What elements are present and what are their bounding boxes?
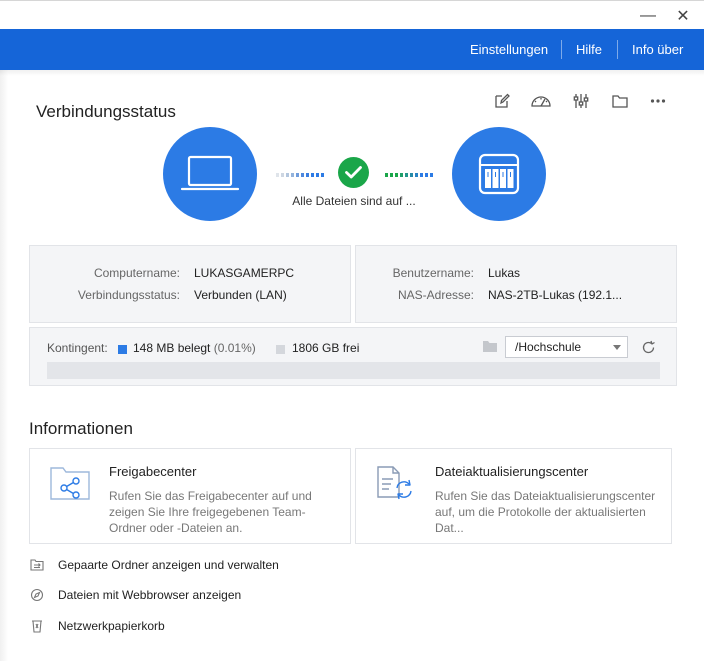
compass-icon xyxy=(29,587,45,603)
quota-progress-bar xyxy=(47,362,660,379)
share-center-description: Rufen Sie das Freigabecenter auf und zei… xyxy=(109,489,312,535)
chevron-down-icon xyxy=(613,345,621,350)
computer-name-value: LUKASGAMERPC xyxy=(194,266,295,280)
folder-select-value: /Hochschule xyxy=(515,340,582,354)
folder-select[interactable]: /Hochschule xyxy=(505,336,628,358)
file-update-center-title: Dateiaktualisierungscenter xyxy=(435,464,589,479)
refresh-icon[interactable] xyxy=(641,340,656,360)
used-legend-swatch xyxy=(118,345,127,354)
free-legend-swatch xyxy=(276,345,285,354)
minimize-button[interactable]: — xyxy=(633,1,663,30)
nas-circle xyxy=(452,127,546,221)
web-browser-text: Dateien mit Webbrowser anzeigen xyxy=(58,588,242,602)
connection-dots-left xyxy=(276,173,326,177)
username-value: Lukas xyxy=(488,266,521,280)
title-bar: — ✕ xyxy=(0,0,704,29)
computer-name-label: Computername: xyxy=(93,266,180,280)
share-center-card[interactable]: Freigabecenter Rufen Sie das Freigabecen… xyxy=(29,448,351,544)
nas-address-value: NAS-2TB-Lukas (192.1... xyxy=(488,288,623,302)
paired-folders-link[interactable]: Gepaarte Ordner anzeigen und verwalten xyxy=(29,555,429,575)
information-heading: Informationen xyxy=(29,419,133,438)
file-sync-icon xyxy=(374,464,420,509)
file-update-center-card[interactable]: Dateiaktualisierungscenter Rufen Sie das… xyxy=(355,448,672,544)
nas-icon xyxy=(478,153,520,195)
more-icon[interactable] xyxy=(648,91,668,111)
file-update-center-description: Rufen Sie das Dateiaktualisierungscenter… xyxy=(435,489,656,535)
menu-help[interactable]: Hilfe xyxy=(576,29,602,70)
trash-icon xyxy=(29,618,45,634)
folder-icon xyxy=(482,340,498,358)
menu-separator xyxy=(617,40,618,59)
edit-icon[interactable] xyxy=(492,91,512,111)
speedometer-icon[interactable] xyxy=(530,91,552,111)
menu-shadow xyxy=(0,70,704,76)
sliders-icon[interactable] xyxy=(571,91,591,111)
connection-status-value: Verbunden (LAN) xyxy=(194,288,287,302)
menu-settings[interactable]: Einstellungen xyxy=(470,29,548,70)
connection-status-label: Verbindungsstatus: xyxy=(77,288,180,302)
left-edge xyxy=(0,70,8,661)
paired-folders-text: Gepaarte Ordner anzeigen und verwalten xyxy=(58,558,279,572)
quota-used-text: 148 MB belegt xyxy=(133,341,211,355)
close-button[interactable]: ✕ xyxy=(668,1,698,30)
menu-separator xyxy=(561,40,562,59)
connection-status-heading: Verbindungsstatus xyxy=(36,102,176,121)
quota-free: 1806 GB frei xyxy=(292,341,360,355)
check-icon xyxy=(338,157,369,188)
computer-info-panel xyxy=(29,245,351,323)
nas-address-label: NAS-Adresse: xyxy=(397,288,474,302)
quota-used: 148 MB belegt (0.01%) xyxy=(133,341,256,355)
menu-bar: Einstellungen Hilfe Info über xyxy=(0,29,704,70)
computer-circle xyxy=(163,127,257,221)
web-browser-link[interactable]: Dateien mit Webbrowser anzeigen xyxy=(29,585,429,605)
folder-icon[interactable] xyxy=(610,91,630,111)
network-recycle-bin-link[interactable]: Netzwerkpapierkorb xyxy=(29,616,429,636)
network-recycle-bin-text: Netzwerkpapierkorb xyxy=(58,619,165,633)
paired-folder-icon xyxy=(29,557,45,573)
share-folder-icon xyxy=(48,464,94,509)
share-center-title: Freigabecenter xyxy=(109,464,197,479)
username-label: Benutzername: xyxy=(392,266,474,280)
connection-dots-right xyxy=(385,173,435,177)
nas-info-panel xyxy=(355,245,677,323)
quota-used-percent: (0.01%) xyxy=(213,341,256,355)
sync-status-text: Alle Dateien sind auf ... xyxy=(292,194,416,208)
laptop-icon xyxy=(180,155,240,191)
quota-label: Kontingent: xyxy=(47,341,108,355)
menu-about[interactable]: Info über xyxy=(632,29,683,70)
